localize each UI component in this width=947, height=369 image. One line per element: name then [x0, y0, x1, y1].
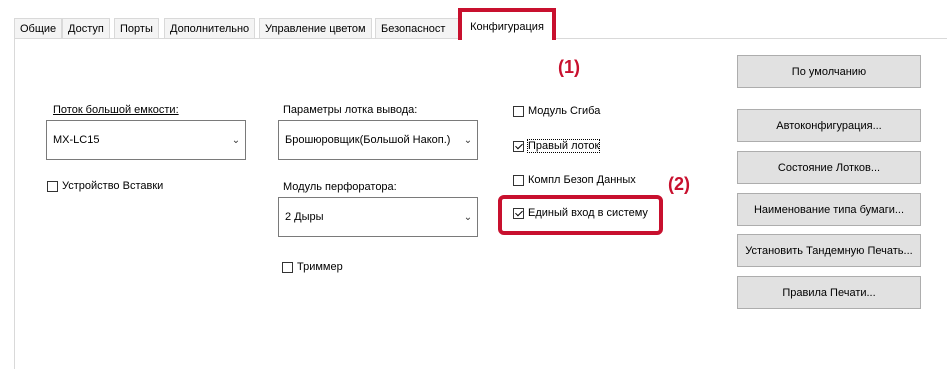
- checkbox-icon: [282, 261, 293, 273]
- fold-module-label: Модуль Сгиба: [528, 105, 601, 117]
- data-security-kit-label: Компл Безоп Данных: [528, 174, 636, 186]
- output-tray-label: Параметры лотка вывода:: [283, 104, 418, 116]
- paper-type-names-button[interactable]: Наименование типа бумаги...: [737, 193, 921, 226]
- single-sign-on-checkbox[interactable]: Единый вход в систему: [513, 207, 648, 219]
- fold-module-checkbox[interactable]: Модуль Сгиба: [513, 105, 600, 117]
- tandem-print-button[interactable]: Установить Тандемную Печать...: [737, 234, 921, 267]
- chevron-down-icon: ⌄: [231, 134, 241, 146]
- tab-color-management[interactable]: Управление цветом: [259, 18, 372, 38]
- output-tray-select[interactable]: Брошюровщик(Большой Накоп.) ⌄: [278, 120, 478, 160]
- checkbox-icon: [47, 180, 58, 192]
- checkbox-checked-icon: [513, 207, 524, 219]
- print-rules-button[interactable]: Правила Печати...: [737, 276, 921, 309]
- tray-status-button[interactable]: Состояние Лотков...: [737, 151, 921, 184]
- high-capacity-tray-value: MX-LC15: [53, 134, 100, 146]
- output-tray-value: Брошюровщик(Большой Накоп.): [285, 134, 451, 146]
- auto-config-button[interactable]: Автоконфигурация...: [737, 109, 921, 142]
- right-tray-checkbox[interactable]: Правый лоток: [513, 139, 601, 153]
- callout-2: (2): [668, 174, 690, 194]
- trimmer-checkbox[interactable]: Триммер: [282, 261, 343, 273]
- high-capacity-tray-label: Поток большой емкости:: [53, 104, 179, 116]
- single-sign-on-label: Единый вход в систему: [528, 207, 648, 219]
- callout-1: (1): [558, 57, 580, 77]
- trimmer-label: Триммер: [297, 261, 343, 273]
- defaults-button[interactable]: По умолчанию: [737, 55, 921, 88]
- punch-module-value: 2 Дыры: [285, 211, 324, 223]
- checkbox-icon: [513, 174, 524, 186]
- insert-device-checkbox[interactable]: Устройство Вставки: [47, 180, 163, 192]
- data-security-kit-checkbox[interactable]: Компл Безоп Данных: [513, 174, 636, 186]
- checkbox-icon: [513, 105, 524, 117]
- insert-device-label: Устройство Вставки: [62, 180, 164, 192]
- tab-advanced[interactable]: Дополнительно: [164, 18, 256, 38]
- right-tray-label: Правый лоток: [526, 139, 601, 153]
- tab-general[interactable]: Общие: [14, 18, 63, 38]
- chevron-down-icon: ⌄: [463, 134, 473, 146]
- tab-security[interactable]: Безопасност: [375, 18, 459, 38]
- tab-ports[interactable]: Порты: [114, 18, 159, 38]
- high-capacity-tray-select[interactable]: MX-LC15 ⌄: [46, 120, 246, 160]
- chevron-down-icon: ⌄: [463, 211, 473, 223]
- punch-module-label: Модуль перфоратора:: [283, 181, 397, 193]
- tab-access[interactable]: Доступ: [62, 18, 110, 38]
- checkbox-checked-icon: [513, 140, 524, 152]
- punch-module-select[interactable]: 2 Дыры ⌄: [278, 197, 478, 237]
- tab-configuration[interactable]: Конфигурация: [458, 8, 556, 40]
